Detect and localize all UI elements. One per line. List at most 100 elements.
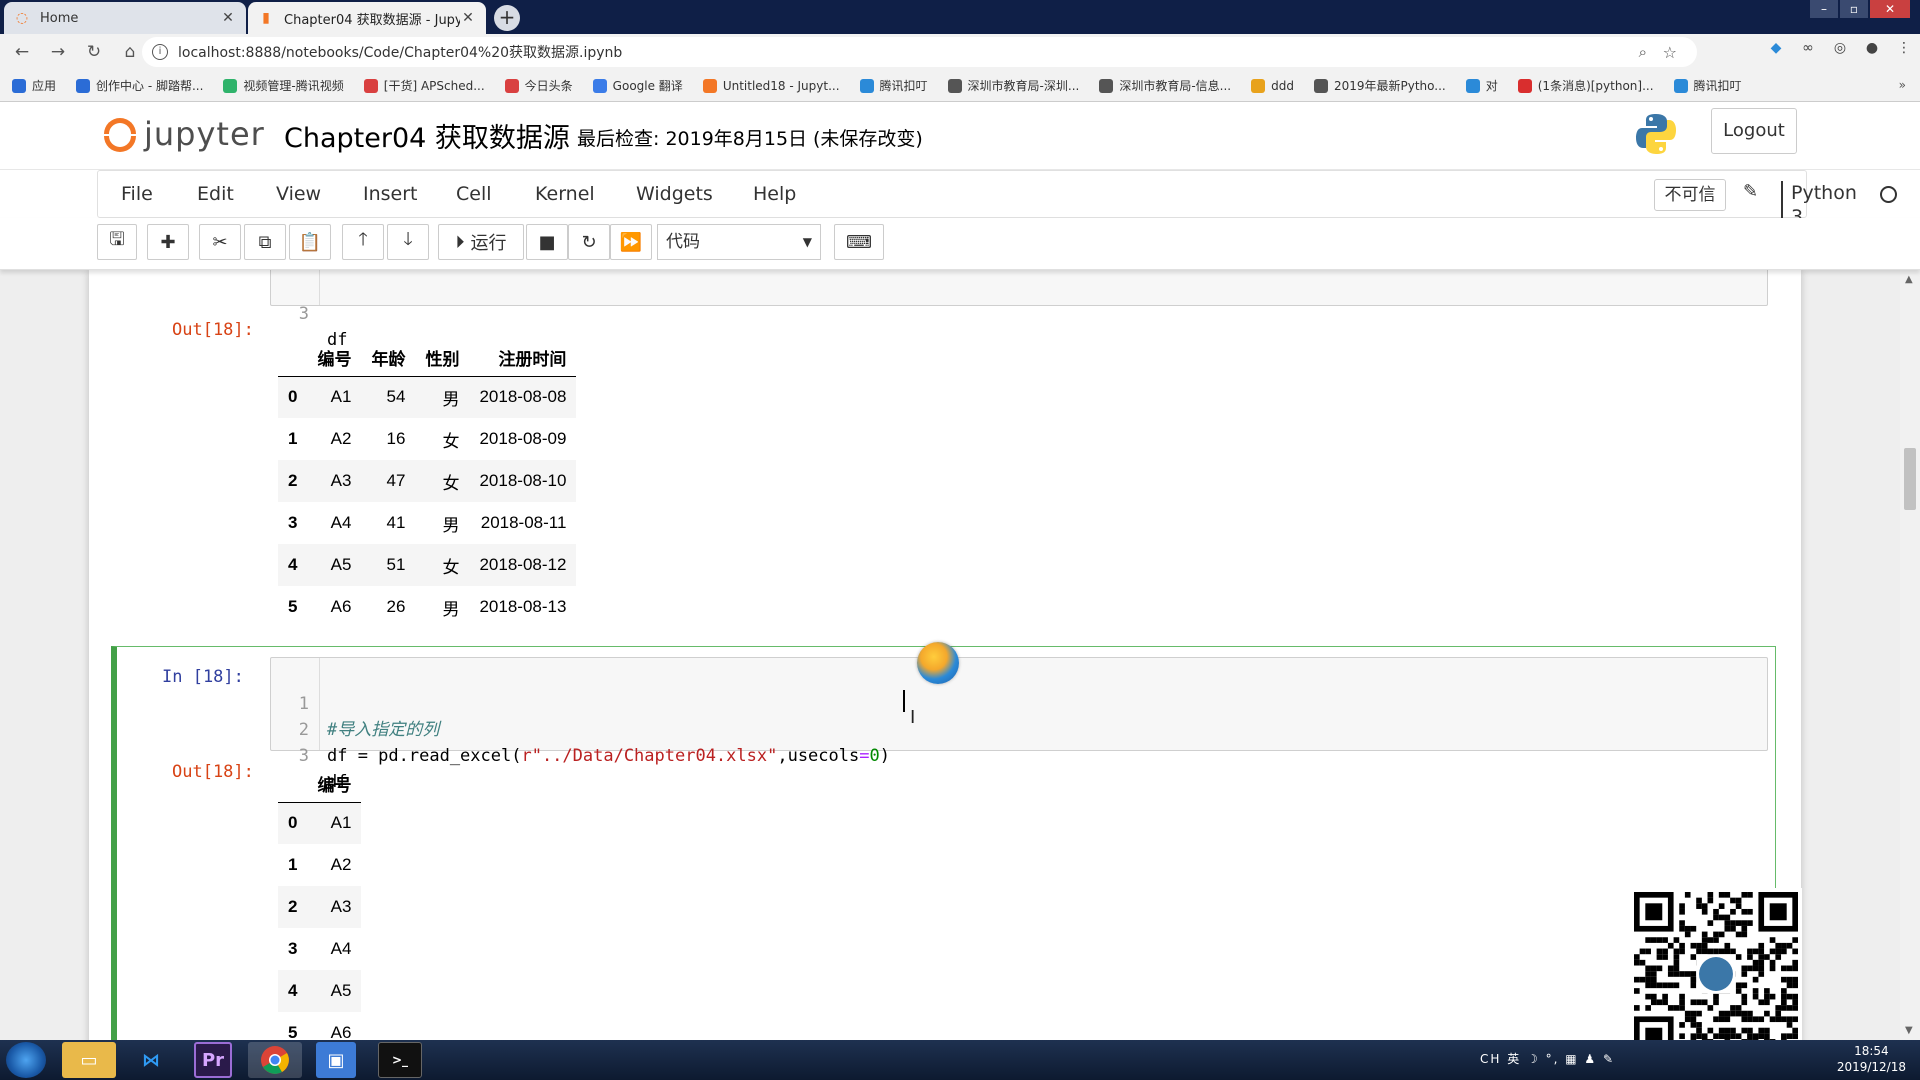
paste-button[interactable]: 📋	[289, 224, 331, 260]
reload-icon[interactable]: ↻	[80, 42, 108, 62]
bookmark-favicon-icon	[363, 78, 378, 93]
bookmark-item[interactable]: 对	[1465, 77, 1498, 94]
save-button[interactable]: 🖫	[97, 224, 137, 260]
code-cell-input[interactable]: 1 #导入指定的列 2 df = pd.read_excel(r"../Data…	[270, 657, 1768, 792]
cut-button[interactable]: ✂	[199, 224, 241, 260]
tab-home[interactable]: ◌ Home ✕	[4, 2, 246, 34]
minimize-icon[interactable]: –	[1810, 0, 1838, 18]
media-app-icon[interactable]: ▣	[316, 1042, 356, 1078]
menu-file[interactable]: File	[121, 183, 153, 205]
restart-button[interactable]: ↻	[568, 224, 610, 260]
extension-shield-icon[interactable]: ◆	[1760, 40, 1792, 56]
cell-type-select[interactable]: 代码 ▼	[657, 224, 821, 260]
close-window-icon[interactable]: ✕	[1870, 0, 1910, 18]
interrupt-button[interactable]: ■	[526, 224, 568, 260]
row-index: 2	[288, 471, 298, 490]
bookmark-item[interactable]: [干货] APSched...	[363, 77, 485, 94]
menu-widgets[interactable]: Widgets	[636, 183, 713, 205]
bookmark-item[interactable]: 腾讯扣叮	[859, 77, 928, 94]
table-cell: A2	[330, 429, 352, 448]
restart-run-all-button[interactable]: ⏩	[610, 224, 652, 260]
zoom-icon[interactable]: ⌕	[1639, 43, 1647, 61]
table-row: 0 A1	[278, 802, 362, 844]
scroll-down-icon[interactable]: ▼	[1905, 1025, 1913, 1036]
command-palette-button[interactable]: ⌨	[834, 224, 884, 260]
move-up-button[interactable]: 🡑	[342, 224, 384, 260]
notebook-title[interactable]: Chapter04 获取数据源	[284, 116, 570, 155]
bookmark-item[interactable]: Untitled18 - Jupyt...	[702, 78, 840, 93]
scrollbar-thumb[interactable]	[1904, 448, 1916, 510]
toolbar: 🖫 ✚ ✂ ⧉ 📋 🡑 🡓 ⏵ 运行 ■ ↻ ⏩ 代码 ▼ ⌨	[0, 218, 1920, 270]
move-down-button[interactable]: 🡓	[387, 224, 429, 260]
vertical-scrollbar[interactable]: ▲ ▼	[1900, 270, 1920, 1040]
arrow-down-icon: 🡓	[403, 229, 413, 250]
menu-view[interactable]: View	[276, 183, 321, 205]
scroll-up-icon[interactable]: ▲	[1905, 274, 1913, 285]
bookmark-label: 深圳市教育局-深圳...	[967, 79, 1080, 93]
row-index: 2	[288, 897, 298, 916]
premiere-icon[interactable]: Pr	[194, 1042, 232, 1078]
new-tab-button[interactable]: +	[494, 5, 520, 31]
bookmark-label: 腾讯扣叮	[1693, 79, 1742, 93]
bookmark-item[interactable]: 深圳市教育局-信息...	[1099, 77, 1231, 94]
copy-button[interactable]: ⧉	[244, 224, 286, 260]
stop-icon: ■	[538, 231, 556, 253]
bookmark-item[interactable]: ddd	[1251, 78, 1294, 93]
bookmark-item[interactable]: Google 翻译	[592, 77, 683, 94]
row-index: 5	[288, 1023, 298, 1040]
save-icon: 🖫	[109, 229, 125, 250]
file-explorer-icon[interactable]: ▭	[62, 1042, 116, 1078]
menu-kernel[interactable]: Kernel	[535, 183, 595, 205]
pencil-icon[interactable]: ✎	[1743, 181, 1758, 202]
scissors-icon: ✂	[212, 231, 228, 253]
logout-button[interactable]: Logout	[1711, 108, 1797, 154]
table-cell: 16	[386, 429, 406, 448]
info-icon[interactable]: i	[152, 44, 168, 60]
close-icon[interactable]: ✕	[460, 10, 476, 26]
system-tray[interactable]: CH 英 ☽ °, ▦ ♟ ✎	[1480, 1050, 1615, 1067]
mouse-ibeam-icon: I	[910, 707, 916, 728]
back-icon[interactable]: ←	[8, 42, 36, 62]
tab-notebook[interactable]: ▮ Chapter04 获取数据源 - Jupyte ✕	[248, 2, 486, 34]
not-trusted-button[interactable]: 不可信	[1654, 179, 1726, 211]
account-icon[interactable]: ●	[1856, 40, 1888, 56]
start-button[interactable]	[6, 1042, 46, 1078]
bookmark-star-icon[interactable]: ☆	[1663, 43, 1677, 62]
jupyter-logo[interactable]: jupyter	[100, 114, 265, 154]
run-button[interactable]: ⏵ 运行	[438, 224, 524, 260]
bookmark-item[interactable]: 创作中心 - 脚踏帮...	[76, 77, 203, 94]
extension-glasses-icon[interactable]: ∞	[1792, 40, 1824, 56]
insert-cell-button[interactable]: ✚	[147, 224, 189, 260]
maximize-icon[interactable]: ▫	[1840, 0, 1868, 18]
terminal-icon[interactable]: >_	[378, 1042, 422, 1078]
url-input[interactable]: i localhost:8888/notebooks/Code/Chapter0…	[142, 37, 1697, 67]
chrome-icon[interactable]	[248, 1042, 302, 1078]
menu-help[interactable]: Help	[753, 183, 796, 205]
forward-icon[interactable]: →	[44, 42, 72, 62]
table-cell: A6	[330, 597, 352, 616]
table-row: 4 A5	[278, 970, 362, 1012]
checkpoint-status: 最后检查: 2019年8月15日	[577, 128, 808, 150]
home-icon[interactable]: ⌂	[116, 42, 144, 62]
table-cell: A3	[330, 897, 352, 916]
bookmark-item[interactable]: 今日头条	[504, 77, 573, 94]
vscode-icon[interactable]: ⋈	[124, 1042, 178, 1078]
close-icon[interactable]: ✕	[220, 10, 236, 26]
menu-icon[interactable]: ⋮	[1888, 40, 1920, 56]
more-bookmarks-icon[interactable]: »	[1899, 78, 1906, 92]
bookmark-item[interactable]: 腾讯扣叮	[1673, 77, 1742, 94]
bookmark-item[interactable]: 2019年最新Pytho...	[1313, 77, 1446, 94]
floating-ball-icon[interactable]	[917, 642, 959, 684]
bookmark-item[interactable]: 视频管理-腾讯视频	[223, 77, 344, 94]
extension-icon[interactable]: ◎	[1824, 40, 1856, 56]
clock[interactable]: 18:54 2019/12/18	[1837, 1043, 1906, 1075]
jupyter-logo-icon	[100, 114, 140, 154]
bookmark-item[interactable]: (1条消息)[python]...	[1517, 77, 1654, 94]
menu-insert[interactable]: Insert	[363, 183, 418, 205]
bookmark-item[interactable]: 应用	[12, 77, 56, 94]
menu-cell[interactable]: Cell	[456, 183, 492, 205]
bookmark-item[interactable]: 深圳市教育局-深圳...	[947, 77, 1080, 94]
menu-edit[interactable]: Edit	[197, 183, 234, 205]
bookmarks-bar: 应用 创作中心 - 脚踏帮... 视频管理-腾讯视频 [干货] APSched... 今…	[0, 70, 1920, 102]
code-cell-previous[interactable]: 3 df	[270, 270, 1768, 350]
